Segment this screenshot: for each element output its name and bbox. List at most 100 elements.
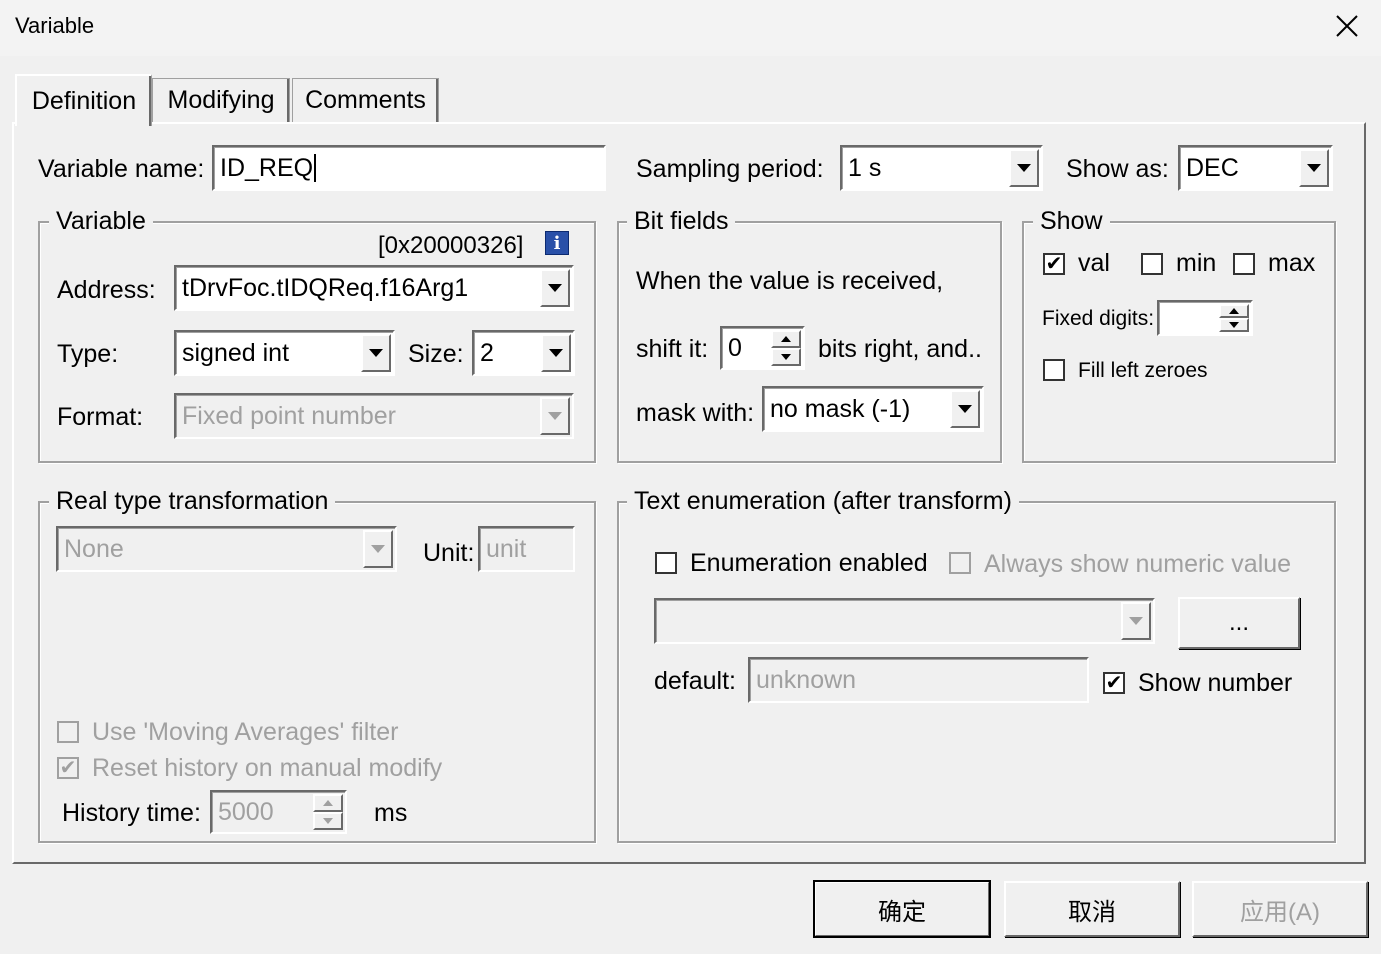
enumeration-enabled-checkbox[interactable] [655, 552, 677, 574]
chevron-down-icon [363, 530, 393, 568]
history-time-stepper: 5000 [210, 790, 347, 834]
apply-button: 应用(A) [1192, 881, 1368, 937]
show-number-label: Show number [1138, 669, 1293, 697]
type-label: Type: [57, 340, 119, 368]
show-as-select[interactable]: DEC [1178, 145, 1333, 191]
spin-buttons[interactable] [1219, 304, 1249, 332]
always-numeric-label: Always show numeric value [984, 550, 1292, 578]
check-icon: ✔ [1105, 672, 1123, 694]
spin-down-icon[interactable] [1219, 318, 1249, 332]
show-number-checkbox[interactable]: ✔ [1103, 672, 1125, 694]
chevron-down-icon [540, 397, 570, 435]
close-button[interactable] [1326, 6, 1368, 46]
chevron-down-icon[interactable] [361, 334, 391, 372]
mask-value: no mask (-1) [770, 394, 911, 423]
type-select[interactable]: signed int [174, 330, 395, 376]
cancel-label: 取消 [1068, 898, 1116, 926]
max-checkbox[interactable] [1233, 253, 1255, 275]
ok-label: 确定 [878, 898, 926, 926]
real-type-title: Real type transformation [49, 486, 336, 516]
unit-value: unit [486, 534, 527, 563]
default-value: unknown [756, 665, 857, 694]
address-hex: [0x20000326] [378, 232, 524, 259]
history-time-unit: ms [374, 799, 408, 827]
address-value: tDrvFoc.tIDQReq.f16Arg1 [182, 273, 469, 302]
tab-label: Comments [305, 86, 426, 114]
chevron-down-icon[interactable] [1009, 149, 1039, 187]
check-icon: ✔ [1045, 253, 1063, 275]
ok-button[interactable]: 确定 [813, 880, 991, 938]
spin-up-icon[interactable] [771, 330, 801, 348]
format-label: Format: [57, 403, 144, 431]
chevron-down-icon[interactable] [950, 390, 980, 428]
val-label: val [1078, 249, 1110, 277]
spin-buttons [313, 794, 343, 830]
default-label: default: [654, 667, 737, 695]
spin-up-icon[interactable] [1219, 304, 1249, 318]
tab-label: Modifying [167, 86, 275, 114]
sampling-period-label: Sampling period: [636, 155, 824, 183]
variable-name-value: ID_REQ [220, 153, 314, 182]
show-as-label: Show as: [1066, 155, 1169, 183]
format-select: Fixed point number [174, 393, 574, 439]
transform-value: None [64, 534, 124, 563]
tab-comments[interactable]: Comments [292, 78, 439, 122]
moving-avg-checkbox [57, 721, 79, 743]
always-numeric-checkbox [949, 552, 971, 574]
ellipsis-button[interactable]: ... [1178, 597, 1300, 649]
ellipsis-label: ... [1228, 609, 1249, 636]
window-title: Variable [15, 13, 95, 38]
variable-group-title: Variable [49, 206, 153, 236]
show-group-title: Show [1033, 206, 1110, 236]
title-bar: Variable [0, 0, 1381, 56]
sampling-period-select[interactable]: 1 s [840, 145, 1043, 191]
chevron-down-icon[interactable] [1299, 149, 1329, 187]
chevron-down-icon[interactable] [541, 334, 571, 372]
variable-name-input[interactable]: ID_REQ [212, 145, 606, 191]
reset-history-checkbox: ✔ [57, 757, 79, 779]
address-select[interactable]: tDrvFoc.tIDQReq.f16Arg1 [174, 265, 574, 311]
text-enum-title: Text enumeration (after transform) [627, 486, 1019, 516]
type-value: signed int [182, 338, 290, 367]
enumeration-enabled-label: Enumeration enabled [690, 549, 928, 577]
tab-definition[interactable]: Definition [15, 74, 152, 126]
format-value: Fixed point number [182, 401, 397, 430]
cancel-button[interactable]: 取消 [1004, 881, 1180, 937]
mask-select[interactable]: no mask (-1) [762, 386, 984, 432]
address-label: Address: [57, 276, 156, 304]
size-label: Size: [408, 340, 464, 368]
spin-down-icon[interactable] [771, 348, 801, 366]
min-checkbox[interactable] [1141, 253, 1163, 275]
transform-select: None [56, 526, 397, 572]
text-caret [314, 154, 317, 182]
bit-fields-intro: When the value is received, [636, 267, 944, 295]
chevron-down-icon [1121, 602, 1151, 640]
tab-modifying[interactable]: Modifying [152, 78, 290, 122]
enum-select [654, 598, 1155, 644]
shift-suffix: bits right, and.. [818, 335, 982, 363]
fixed-digits-stepper[interactable] [1157, 300, 1253, 336]
unit-label: Unit: [423, 539, 475, 567]
apply-label: 应用(A) [1240, 898, 1320, 926]
chevron-down-icon[interactable] [540, 269, 570, 307]
spin-down-icon [313, 812, 343, 830]
check-icon: ✔ [59, 757, 77, 779]
spin-buttons[interactable] [771, 330, 801, 366]
moving-avg-label: Use 'Moving Averages' filter [92, 718, 399, 746]
fill-zeroes-label: Fill left zeroes [1078, 359, 1208, 382]
tab-label: Definition [31, 86, 137, 115]
size-select[interactable]: 2 [472, 330, 575, 376]
fill-zeroes-checkbox[interactable] [1043, 359, 1065, 381]
mask-label: mask with: [636, 399, 755, 427]
max-label: max [1268, 249, 1316, 277]
history-time-value: 5000 [218, 797, 274, 826]
close-icon [1336, 15, 1358, 37]
bit-fields-title: Bit fields [627, 206, 736, 236]
shift-stepper[interactable]: 0 [720, 326, 805, 370]
info-icon[interactable]: i [545, 231, 569, 255]
val-checkbox[interactable]: ✔ [1043, 253, 1065, 275]
min-label: min [1176, 249, 1217, 277]
spin-up-icon [313, 794, 343, 812]
sampling-period-value: 1 s [848, 153, 882, 182]
shift-value: 0 [728, 333, 742, 362]
